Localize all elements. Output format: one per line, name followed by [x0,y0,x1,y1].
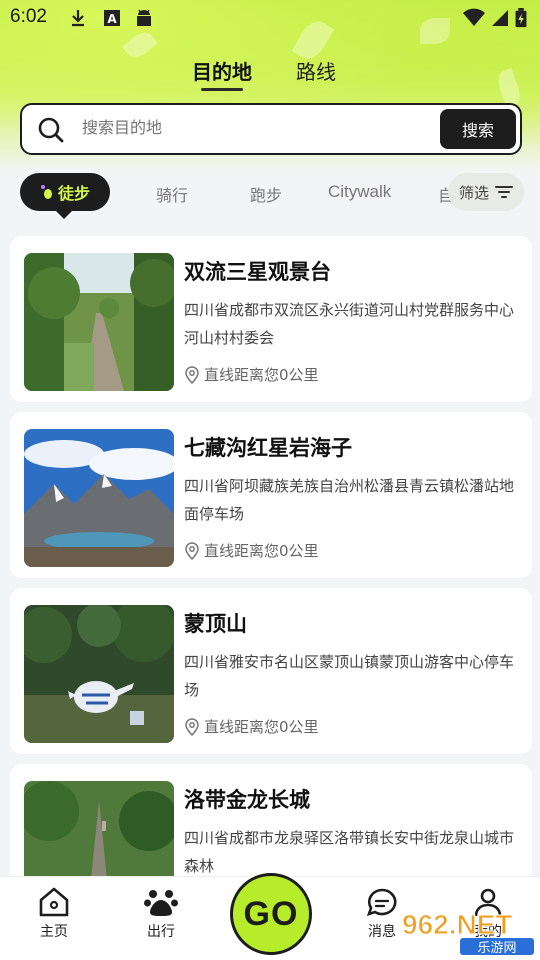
place-card[interactable]: 七藏沟红星岩海子 四川省阿坝藏族羌族自治州松潘县青云镇松潘站地面停车场 直线距离… [10,412,532,578]
filter-button[interactable]: 筛选 [448,173,524,211]
status-bar: 6:02 A [0,0,540,36]
footprint-icon [40,185,52,199]
location-pin-icon [185,365,199,384]
signal-icon [492,10,508,26]
search-button[interactable]: 搜索 [440,109,516,149]
place-thumbnail [24,253,174,391]
category-bar: 徒步 骑行 跑步 Citywalk 自 筛选 [0,168,540,219]
nav-messages-label: 消息 [368,924,396,940]
category-chip-citywalk[interactable]: Citywalk [328,182,391,202]
place-thumbnail [24,429,174,567]
android-icon [137,9,151,26]
svg-text:A: A [107,12,117,26]
location-pin-icon [185,717,199,736]
nav-home[interactable]: 主页 [24,887,84,941]
svg-text:962.NET: 962.NET [402,909,513,940]
svg-text:乐游网: 乐游网 [477,941,516,956]
place-address: 四川省成都市龙泉驿区洛带镇长安中街龙泉山城市森林 [184,829,515,875]
tab-active-indicator [201,88,243,91]
go-button[interactable]: GO [230,873,312,955]
category-active-pointer [55,210,73,219]
filter-label: 筛选 [458,183,489,202]
place-address: 四川省阿坝藏族羌族自治州松潘县青云镇松潘站地面停车场 [184,477,515,523]
nav-travel-label: 出行 [147,924,175,940]
watermark-logo: 962.NET 乐游网 [402,909,534,956]
place-distance: 直线距离您0公里 [184,716,319,737]
place-title: 七藏沟红星岩海子 [184,436,352,460]
nav-home-label: 主页 [40,924,68,940]
download-icon [72,10,84,27]
place-card[interactable]: 双流三星观景台 四川省成都市双流区永兴街道河山村党群服务中心河山村村委会 直线距… [10,236,532,402]
place-title: 蒙顶山 [184,612,247,636]
search-bar: 搜索 [20,103,522,155]
nav-travel[interactable]: 出行 [131,887,191,941]
home-icon [39,887,69,917]
place-address: 四川省雅安市名山区蒙顶山镇蒙顶山游客中心停车场 [184,653,515,699]
place-card[interactable]: 蒙顶山 四川省雅安市名山区蒙顶山镇蒙顶山游客中心停车场 直线距离您0公里 [10,588,532,754]
status-time: 6:02 [10,6,47,27]
message-icon [366,888,397,917]
tab-route[interactable]: 路线 [296,56,336,85]
search-icon [38,117,64,143]
category-chip-label: 徒步 [57,184,90,203]
place-distance-text: 直线距离您0公里 [204,718,319,736]
place-title: 洛带金龙长城 [184,788,310,812]
category-chip-hiking[interactable]: 徒步 [20,173,110,211]
font-icon: A [104,10,120,26]
search-input[interactable] [82,118,412,137]
tab-destination[interactable]: 目的地 [192,56,252,85]
wifi-icon [463,8,485,26]
place-thumbnail [24,605,174,743]
filter-icon [495,186,513,198]
battery-charging-icon [515,8,527,28]
place-title: 双流三星观景台 [184,260,331,284]
place-distance: 直线距离您0公里 [184,364,319,385]
top-tabs: 目的地 路线 [0,56,540,100]
category-chip-cycling[interactable]: 骑行 [156,182,188,206]
place-distance-text: 直线距离您0公里 [204,366,319,384]
location-pin-icon [185,541,199,560]
paw-icon [144,890,178,916]
place-distance-text: 直线距离您0公里 [204,542,319,560]
category-chip-running[interactable]: 跑步 [250,182,282,206]
place-address: 四川省成都市双流区永兴街道河山村党群服务中心河山村村委会 [184,301,515,347]
place-distance: 直线距离您0公里 [184,540,319,561]
